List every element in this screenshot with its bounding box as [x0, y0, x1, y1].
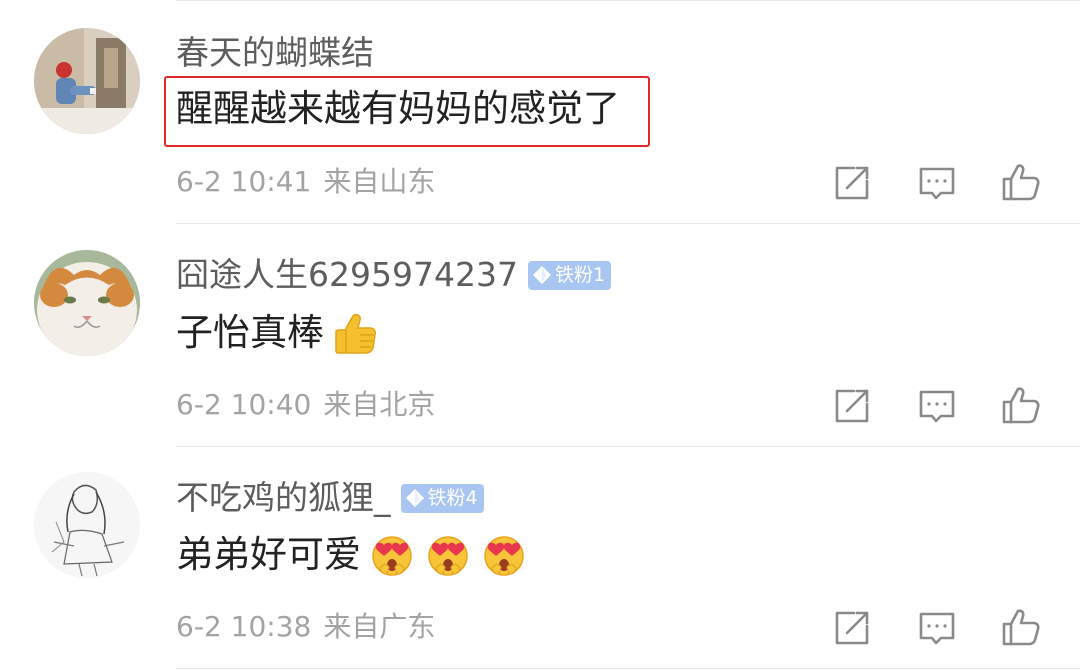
- comment-text-body: 子怡真棒: [176, 311, 324, 354]
- heart-eyes-emoji: [484, 536, 524, 576]
- avatar[interactable]: [34, 250, 140, 356]
- share-icon[interactable]: [832, 386, 872, 426]
- like-icon[interactable]: [1001, 385, 1041, 425]
- highlight-box: [164, 76, 650, 147]
- share-icon[interactable]: [832, 163, 872, 203]
- timestamp: 6-2 10:41: [176, 165, 312, 198]
- username-text: 春天的蝴蝶结: [176, 33, 374, 72]
- username-text: 囧途人生6295974237: [176, 255, 518, 294]
- thumbs-up-emoji: [335, 313, 376, 354]
- comment-item: 不吃鸡的狐狸_ 铁粉4 弟弟好可爱 6-2 10:38 来自广东: [0, 446, 1080, 668]
- comment-meta: 6-2 10:40 来自北京: [176, 387, 435, 423]
- comment-text-body: 弟弟好可爱: [176, 533, 361, 576]
- badge-label: 铁粉1: [554, 263, 606, 286]
- comment-text: 弟弟好可爱: [176, 530, 527, 580]
- avatar[interactable]: [34, 28, 140, 134]
- like-icon[interactable]: [1001, 607, 1041, 647]
- comment-meta: 6-2 10:38 来自广东: [176, 609, 435, 645]
- comment-text: 子怡真棒: [176, 308, 378, 358]
- heart-eyes-emoji: [428, 536, 468, 576]
- diamond-icon: [405, 489, 424, 507]
- location: 来自山东: [323, 165, 436, 198]
- comment-item: 囧途人生6295974237 铁粉1 子怡真棒 6-2 10:40 来自北京: [0, 223, 1080, 445]
- avatar[interactable]: [34, 472, 140, 578]
- comment-icon[interactable]: [917, 608, 957, 648]
- fan-badge[interactable]: 铁粉1: [527, 260, 612, 290]
- fan-badge[interactable]: 铁粉4: [400, 483, 484, 513]
- like-icon[interactable]: [1001, 162, 1041, 202]
- comment-icon[interactable]: [917, 386, 957, 426]
- username[interactable]: 春天的蝴蝶结: [176, 33, 374, 73]
- comment-meta: 6-2 10:41 来自山东: [176, 164, 435, 200]
- timestamp: 6-2 10:38: [176, 610, 312, 643]
- location: 来自广东: [323, 610, 436, 643]
- diamond-icon: [532, 266, 551, 284]
- location: 来自北京: [323, 388, 436, 421]
- comment-icon[interactable]: [917, 163, 957, 203]
- share-icon[interactable]: [832, 608, 872, 648]
- timestamp: 6-2 10:40: [176, 388, 312, 421]
- comment-item: 春天的蝴蝶结 醒醒越来越有妈妈的感觉了 6-2 10:41 来自山东: [0, 0, 1080, 222]
- username[interactable]: 不吃鸡的狐狸_ 铁粉4: [176, 478, 484, 518]
- badge-label: 铁粉4: [427, 486, 478, 509]
- comment-divider: [176, 668, 1080, 669]
- username-text: 不吃鸡的狐狸_: [176, 478, 391, 517]
- heart-eyes-emoji: [372, 536, 412, 576]
- username[interactable]: 囧途人生6295974237 铁粉1: [176, 255, 612, 295]
